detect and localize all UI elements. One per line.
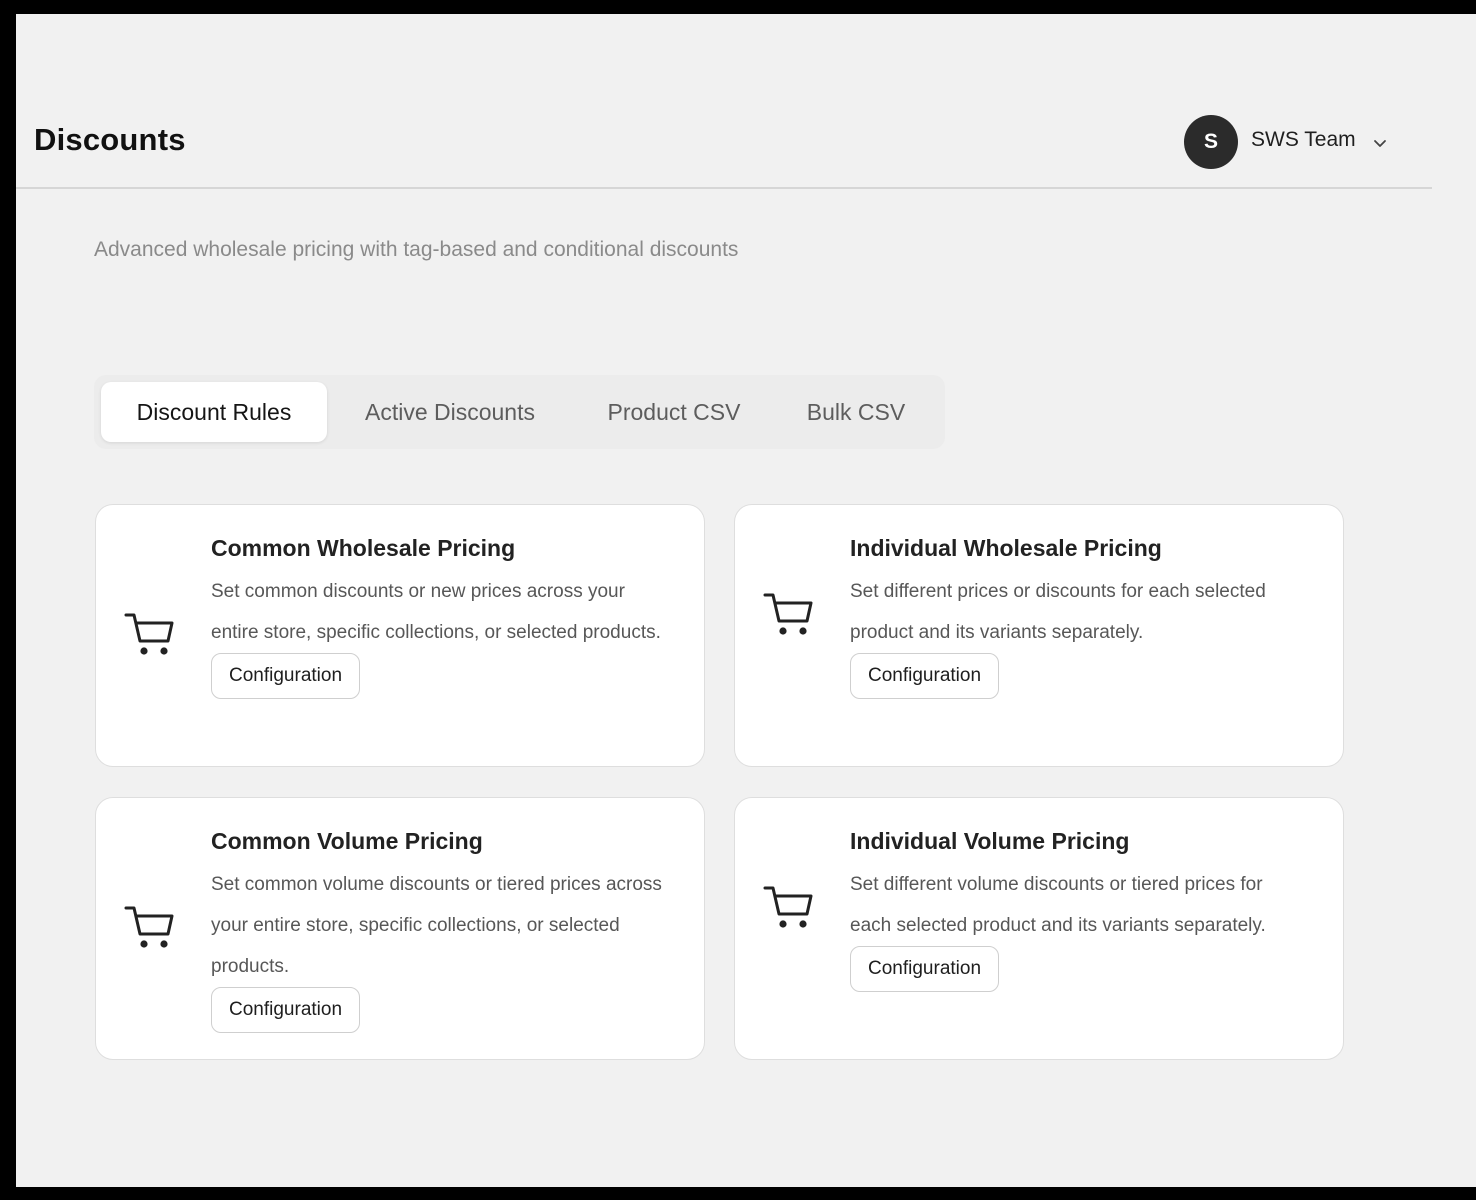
card-common-volume-pricing: Common Volume Pricing Set common volume … [95,797,705,1060]
tab-bulk-csv[interactable]: Bulk CSV [787,382,925,442]
user-menu[interactable]: S SWS Team [1184,114,1388,170]
card-body: Individual Wholesale Pricing Set differe… [850,531,1308,699]
card-common-wholesale-pricing: Common Wholesale Pricing Set common disc… [95,504,705,767]
card-title: Common Wholesale Pricing [211,535,516,561]
card-title: Individual Wholesale Pricing [850,535,1162,561]
card-individual-volume-pricing: Individual Volume Pricing Set different … [734,797,1344,1060]
card-body: Common Wholesale Pricing Set common disc… [211,531,669,699]
card-body: Common Volume Pricing Set common volume … [211,824,669,1033]
tab-bar: Discount Rules Active Discounts Product … [94,375,945,449]
tab-product-csv[interactable]: Product CSV [579,382,769,442]
cart-icon [761,585,817,641]
card-title: Individual Volume Pricing [850,828,1130,854]
configuration-button[interactable]: Configuration [211,987,361,1033]
page-subtitle: Advanced wholesale pricing with tag-base… [94,238,739,261]
cart-icon [761,878,817,934]
cart-icon [122,605,178,661]
app-window: Discounts S SWS Team Advanced wholesale … [16,14,1476,1187]
configuration-button[interactable]: Configuration [850,653,1000,699]
card-title: Common Volume Pricing [211,828,483,854]
cart-icon [122,898,178,954]
card-body: Individual Volume Pricing Set different … [850,824,1308,992]
configuration-button[interactable]: Configuration [211,653,361,699]
card-description: Set different volume discounts or tiered… [850,874,1266,936]
tab-discount-rules[interactable]: Discount Rules [101,382,327,442]
card-description: Set common volume discounts or tiered pr… [211,874,662,977]
page-header: Discounts S SWS Team [16,14,1432,189]
card-description: Set different prices or discounts for ea… [850,581,1266,643]
chevron-down-icon[interactable] [1372,135,1388,151]
configuration-button[interactable]: Configuration [850,946,1000,992]
card-description: Set common discounts or new prices acros… [211,581,661,643]
card-individual-wholesale-pricing: Individual Wholesale Pricing Set differe… [734,504,1344,767]
tab-active-discounts[interactable]: Active Discounts [339,382,561,442]
user-name[interactable]: SWS Team [1251,128,1356,152]
avatar[interactable]: S [1184,115,1238,169]
page-title: Discounts [34,122,186,157]
